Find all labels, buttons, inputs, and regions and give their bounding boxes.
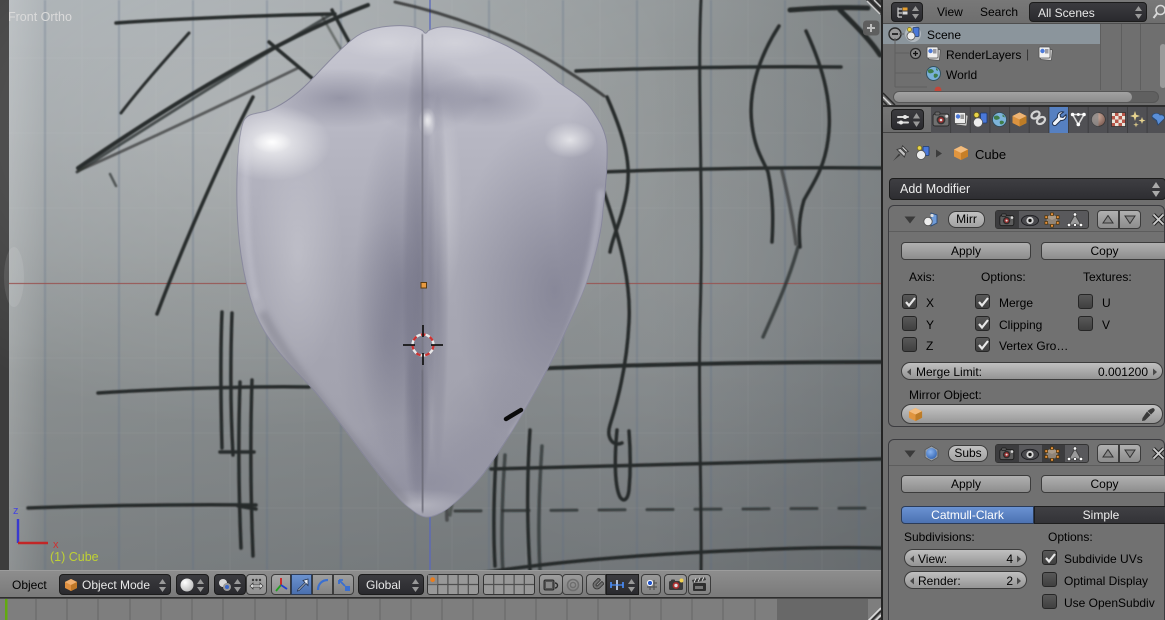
- svg-text:z: z: [13, 505, 19, 517]
- svg-text:Front Ortho: Front Ortho: [8, 10, 72, 24]
- svg-text:x: x: [53, 539, 59, 551]
- svg-text:(1) Cube: (1) Cube: [50, 550, 99, 564]
